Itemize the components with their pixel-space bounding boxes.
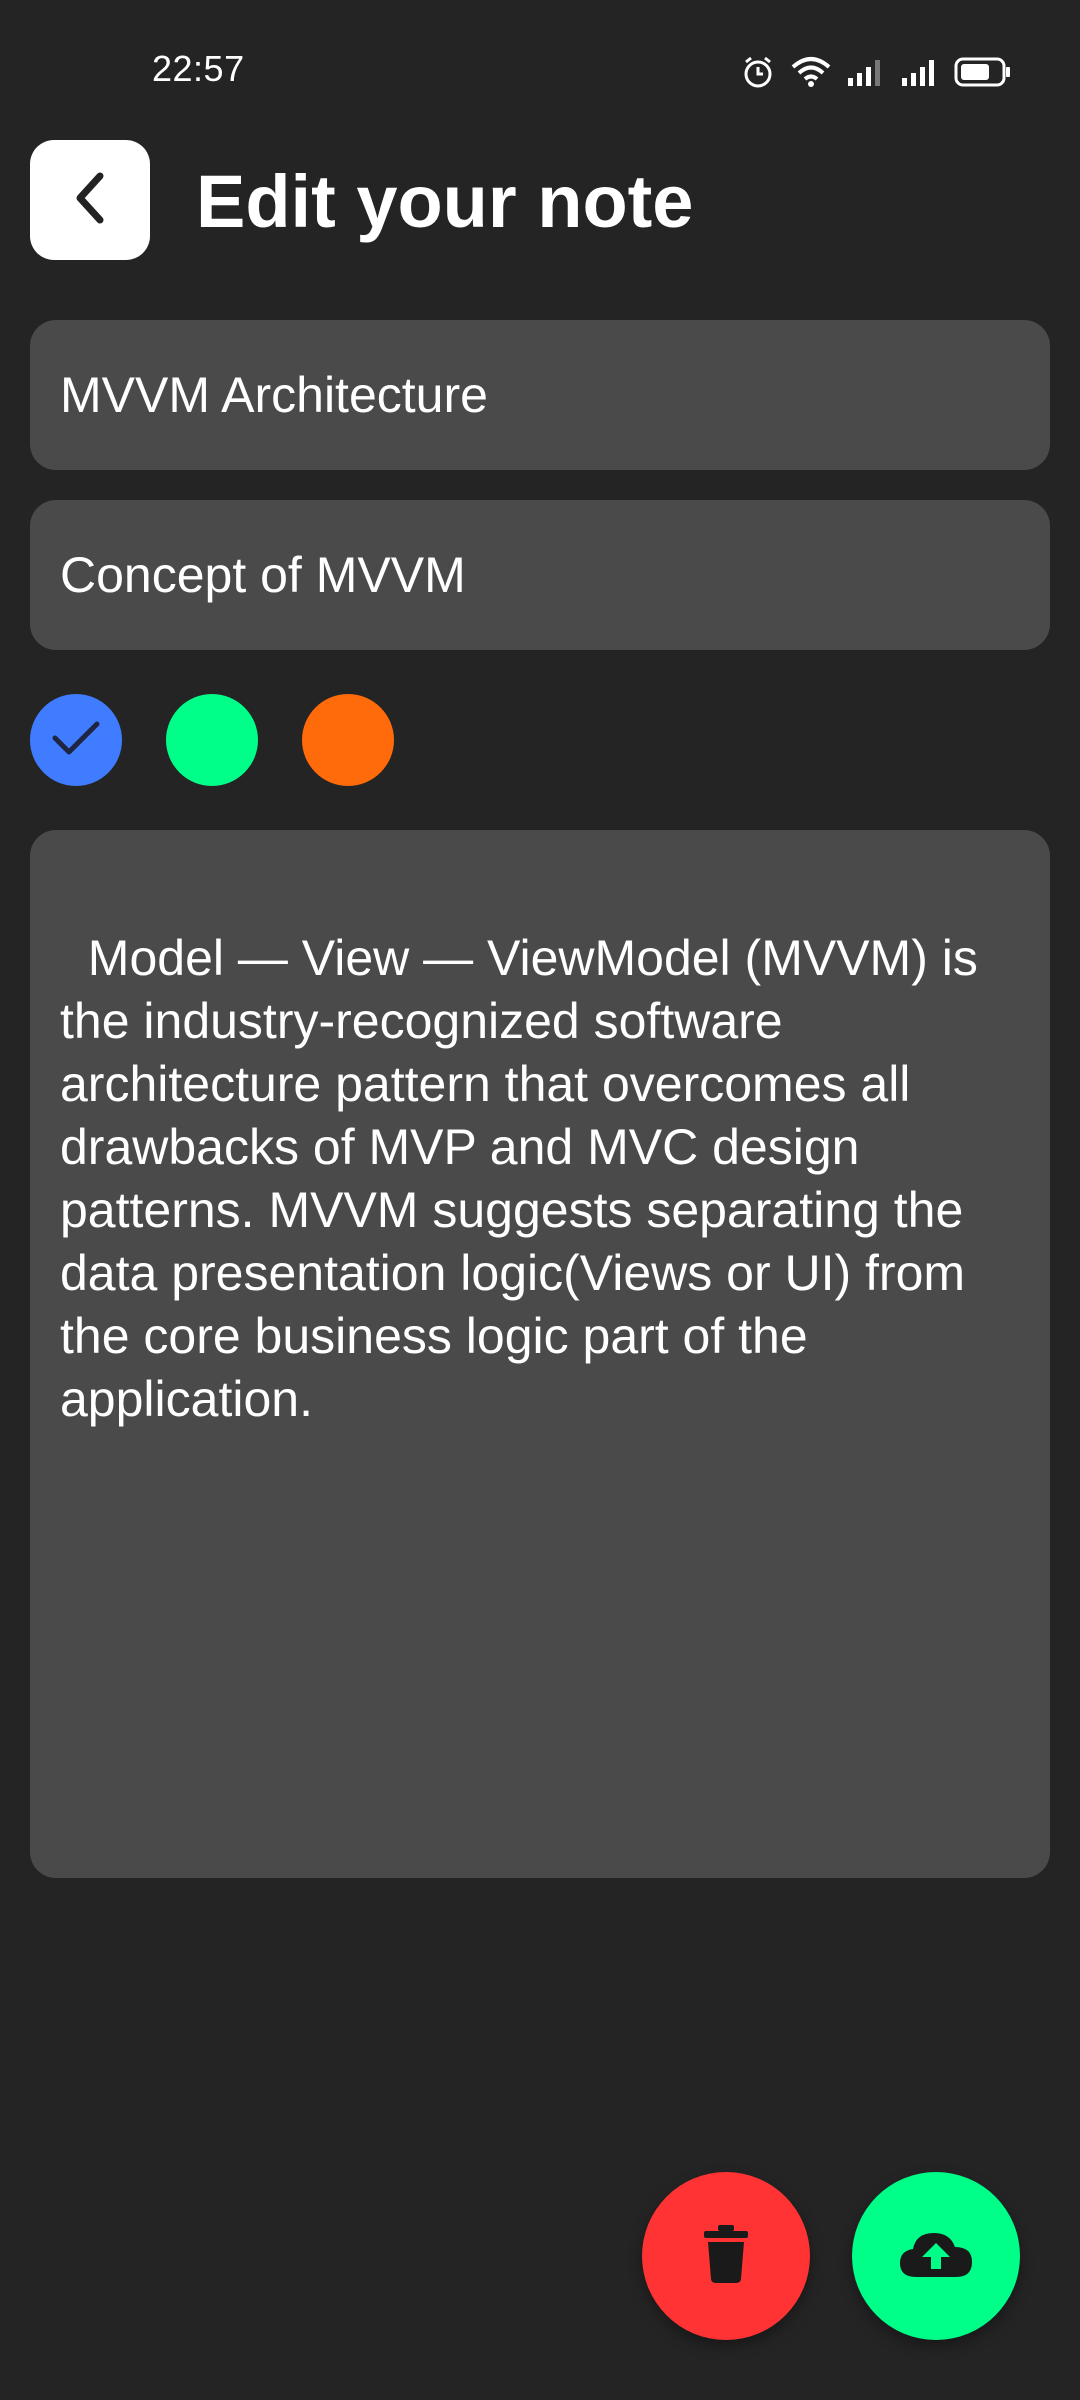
color-swatch-green[interactable] — [166, 694, 258, 786]
note-subtitle-value: Concept of MVVM — [60, 547, 466, 603]
status-icons — [740, 52, 1012, 92]
note-subtitle-input[interactable]: Concept of MVVM — [30, 500, 1050, 650]
back-button[interactable] — [30, 140, 150, 260]
note-title-input[interactable]: MVVM Architecture — [30, 320, 1050, 470]
wifi-icon — [790, 55, 832, 89]
color-picker — [30, 694, 394, 786]
status-time: 22:57 — [152, 48, 245, 89]
trash-icon — [704, 2224, 748, 2288]
status-bar: 22:57 — [0, 0, 1080, 140]
color-swatch-orange[interactable] — [302, 694, 394, 786]
signal-icon — [846, 56, 886, 88]
note-body-textarea[interactable]: Model — View — ViewModel (MVVM) is the i… — [30, 830, 1050, 1878]
delete-button[interactable] — [642, 2172, 810, 2340]
upload-button[interactable] — [852, 2172, 1020, 2340]
alarm-icon — [740, 54, 776, 90]
check-icon — [50, 718, 102, 763]
note-body-text: Model — View — ViewModel (MVVM) is the i… — [60, 930, 992, 1427]
battery-icon — [954, 56, 1012, 88]
chevron-left-icon — [68, 170, 112, 231]
page-title: Edit your note — [196, 160, 694, 243]
note-title-value: MVVM Architecture — [60, 367, 488, 423]
signal-icon — [900, 56, 940, 88]
cloud-upload-icon — [898, 2229, 974, 2284]
color-swatch-blue[interactable] — [30, 694, 122, 786]
